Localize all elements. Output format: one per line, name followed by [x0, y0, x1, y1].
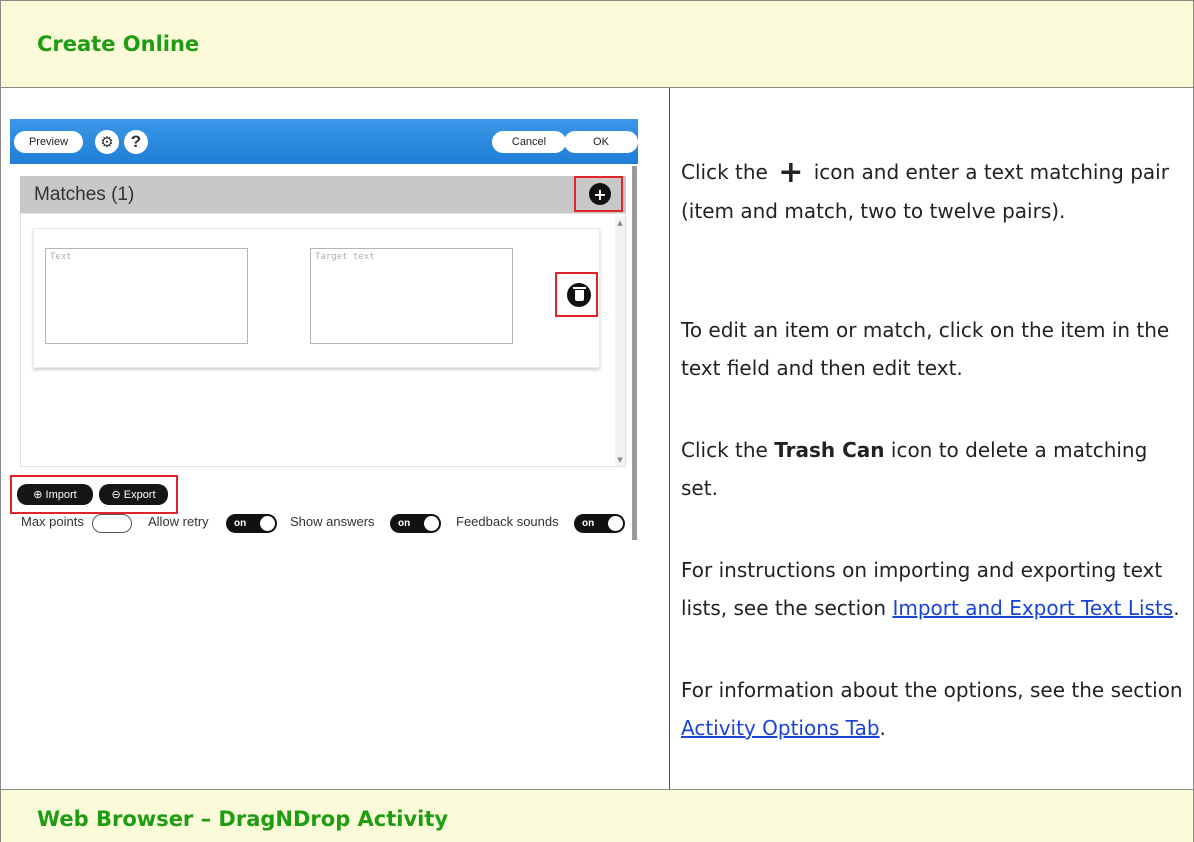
gear-icon[interactable]: ⚙: [95, 130, 119, 154]
cancel-button[interactable]: Cancel: [492, 131, 566, 153]
instruction-text: .: [1173, 596, 1180, 620]
section-heading-text: Create Online: [37, 32, 200, 56]
ok-button[interactable]: OK: [564, 131, 638, 153]
instruction-text: .: [879, 716, 886, 740]
target-text-field[interactable]: Target text: [310, 248, 513, 344]
instruction-delete-set: Click the Trash Can icon to delete a mat…: [681, 431, 1186, 507]
matches-scrollbar[interactable]: [615, 216, 625, 466]
matches-header: Matches (1): [20, 176, 626, 213]
instruction-add-pair: Click the + icon and enter a text matchi…: [681, 153, 1186, 230]
show-answers-toggle[interactable]: on: [390, 514, 441, 533]
instruction-text: For information about the options, see t…: [681, 678, 1183, 702]
toggle-knob: [424, 516, 439, 531]
section-heading-web-browser: Web Browser – DragNDrop Activity: [0, 789, 1194, 842]
import-export-link[interactable]: Import and Export Text Lists: [892, 596, 1173, 620]
plus-icon: +: [778, 155, 804, 190]
toggle-on-text: on: [398, 518, 411, 529]
editor-scrollbar[interactable]: [632, 166, 637, 540]
highlight-import-export: [10, 475, 178, 514]
toggle-knob: [260, 516, 275, 531]
toggle-knob: [608, 516, 623, 531]
preview-button[interactable]: Preview: [14, 131, 83, 153]
instruction-text: Click the: [681, 160, 775, 184]
instruction-text: Click the: [681, 438, 775, 462]
show-answers-label: Show answers: [290, 514, 375, 529]
max-points-input[interactable]: [92, 514, 132, 533]
section-heading-create-online: Create Online: [0, 0, 1194, 88]
instruction-options: For information about the options, see t…: [681, 671, 1186, 747]
instruction-import-export: For instructions on importing and export…: [681, 551, 1186, 627]
item-text-field[interactable]: Text: [45, 248, 248, 344]
trash-can-term: Trash Can: [774, 438, 885, 462]
feedback-sounds-toggle[interactable]: on: [574, 514, 625, 533]
toggle-on-text: on: [234, 518, 247, 529]
feedback-sounds-label: Feedback sounds: [456, 514, 559, 529]
highlight-add-button: [574, 176, 623, 212]
scroll-up-icon[interactable]: ▲: [616, 219, 624, 227]
document-table: Create Online Preview ⚙ ? Cancel OK Matc…: [0, 0, 1194, 842]
instruction-edit-item: To edit an item or match, click on the i…: [681, 311, 1186, 387]
highlight-trash-button: [555, 272, 598, 317]
matches-title: Matches (1): [34, 183, 135, 205]
allow-retry-label: Allow retry: [148, 514, 209, 529]
instruction-text: To edit an item or match, click on the i…: [681, 318, 1170, 380]
section-heading-text: Web Browser – DragNDrop Activity: [37, 807, 449, 831]
toggle-on-text: on: [582, 518, 595, 529]
scroll-down-icon[interactable]: ▼: [616, 456, 624, 464]
help-icon[interactable]: ?: [124, 130, 148, 154]
allow-retry-toggle[interactable]: on: [226, 514, 277, 533]
activity-options-link[interactable]: Activity Options Tab: [681, 716, 880, 740]
max-points-label: Max points: [21, 514, 84, 529]
